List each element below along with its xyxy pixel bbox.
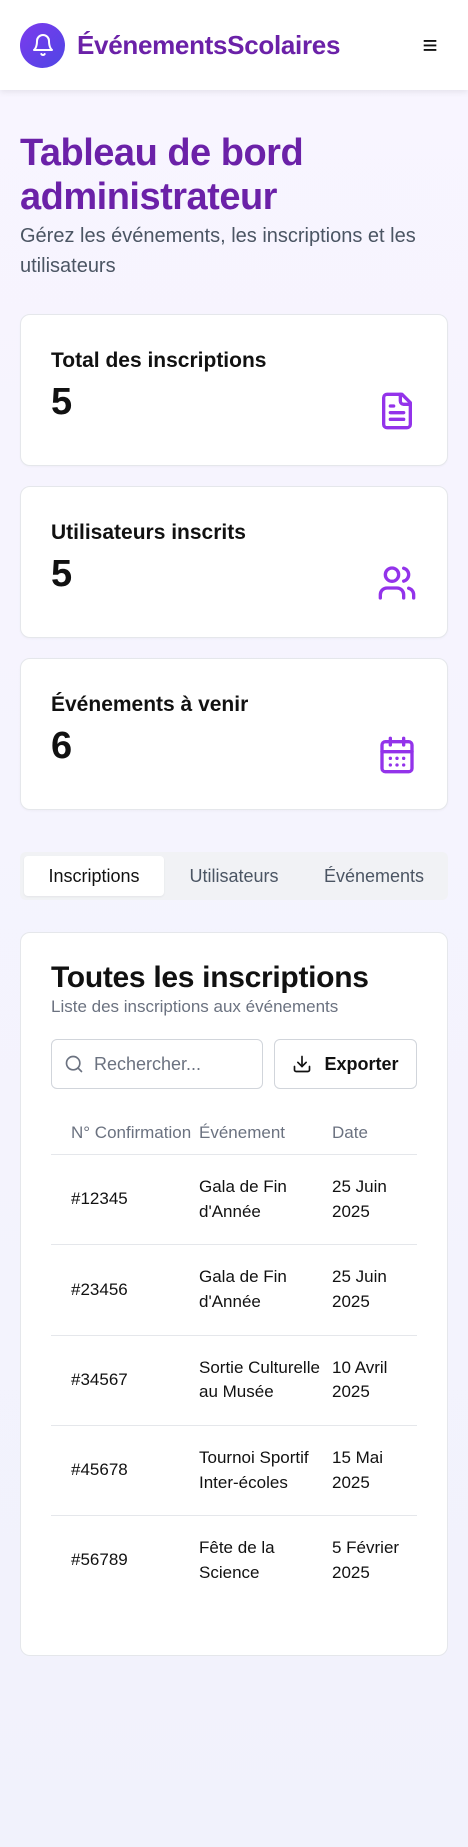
stat-card-registrations: Total des inscriptions 5 xyxy=(20,314,448,467)
cell-date: 5 Février 2025 xyxy=(332,1538,400,1582)
table-header-row: N° Confirmation Événement Date xyxy=(51,1111,417,1156)
cell-event: Gala de Fin d'Année xyxy=(199,1154,332,1246)
stats-section: Total des inscriptions 5 Utilisateurs in… xyxy=(20,314,448,811)
cell-confirmation: #12345 xyxy=(51,1154,199,1246)
table-row[interactable]: #45678 Tournoi Sportif Inter-écoles 15 M… xyxy=(51,1425,417,1517)
brand[interactable]: ÉvénementsScolaires xyxy=(20,22,341,68)
cell-event: Fête de la Science xyxy=(199,1538,275,1582)
stat-card-upcoming-events: Événements à venir 6 xyxy=(20,658,448,811)
table-row[interactable]: #12345 Gala de Fin d'Année 25 Juin 2025 xyxy=(51,1154,417,1246)
calendar-icon xyxy=(380,737,414,774)
cell-event: Gala de Fin d'Année xyxy=(199,1244,332,1336)
panel-subtitle: Liste des inscriptions aux événements xyxy=(51,997,339,1017)
download-icon xyxy=(294,1056,311,1073)
cell-date: 25 Juin 2025 xyxy=(332,1244,417,1336)
column-header-date[interactable]: Date xyxy=(332,1111,417,1156)
bell-icon xyxy=(20,22,65,68)
export-label: Exporter xyxy=(324,1053,399,1074)
stat-label: Événements à venir xyxy=(51,693,249,717)
search-input[interactable] xyxy=(94,1053,244,1075)
stat-value: 5 xyxy=(51,553,73,596)
cell-confirmation: #34567 xyxy=(51,1335,199,1426)
stat-value: 6 xyxy=(51,725,73,768)
cell-confirmation: #45678 xyxy=(51,1425,199,1517)
table-row[interactable]: #56789 Fête de la Science 5 Février 2025 xyxy=(51,1516,417,1606)
column-header-event[interactable]: Événement xyxy=(199,1111,332,1156)
users-icon xyxy=(378,566,416,601)
table-row[interactable]: #23456 Gala de Fin d'Année 25 Juin 2025 xyxy=(51,1244,417,1336)
cell-confirmation: #23456 xyxy=(51,1244,199,1336)
menu-button[interactable]: ≡ xyxy=(412,27,448,63)
page-title: Tableau de bord administrateur xyxy=(20,132,304,218)
panel-title: Toutes les inscriptions xyxy=(51,961,369,995)
cell-event: Tournoi Sportif Inter-écoles xyxy=(199,1425,332,1517)
export-button[interactable]: Exporter xyxy=(274,1039,417,1090)
column-header-confirmation[interactable]: N° Confirmation xyxy=(51,1111,199,1156)
cell-confirmation: #56789 xyxy=(71,1550,128,1570)
cell-event: Sortie Culturelle au Musée xyxy=(199,1335,332,1426)
tab-utilisateurs[interactable]: Utilisateurs xyxy=(164,856,304,896)
cell-date: 25 Juin 2025 xyxy=(332,1154,417,1246)
search-icon xyxy=(65,1056,83,1073)
document-icon xyxy=(382,393,412,430)
main-content: Tableau de bord administrateur Gérez les… xyxy=(0,132,468,1657)
stat-card-users: Utilisateurs inscrits 5 xyxy=(20,486,448,639)
search-box[interactable] xyxy=(51,1039,263,1090)
tab-inscriptions[interactable]: Inscriptions xyxy=(24,856,164,897)
app-header: ÉvénementsScolaires ≡ xyxy=(0,0,468,90)
registrations-panel: Toutes les inscriptions Liste des inscri… xyxy=(20,932,448,1657)
cell-date: 10 Avril 2025 xyxy=(332,1335,417,1426)
hamburger-menu-icon: ≡ xyxy=(422,29,438,60)
stat-label: Utilisateurs inscrits xyxy=(51,521,246,545)
tab-evenements[interactable]: Événements xyxy=(304,856,444,896)
stat-label: Total des inscriptions xyxy=(51,349,267,373)
registrations-table: N° Confirmation Événement Date #12345 Ga… xyxy=(51,1111,417,1605)
cell-date: 15 Mai 2025 xyxy=(332,1425,417,1517)
stat-value: 5 xyxy=(51,381,73,424)
brand-name: ÉvénementsScolaires xyxy=(77,29,341,60)
page-subtitle: Gérez les événements, les inscriptions e… xyxy=(20,225,416,278)
tab-bar: Inscriptions Utilisateurs Événements xyxy=(20,852,448,901)
table-row[interactable]: #34567 Sortie Culturelle au Musée 10 Avr… xyxy=(51,1335,417,1426)
toolbar: Exporter xyxy=(51,1039,417,1090)
